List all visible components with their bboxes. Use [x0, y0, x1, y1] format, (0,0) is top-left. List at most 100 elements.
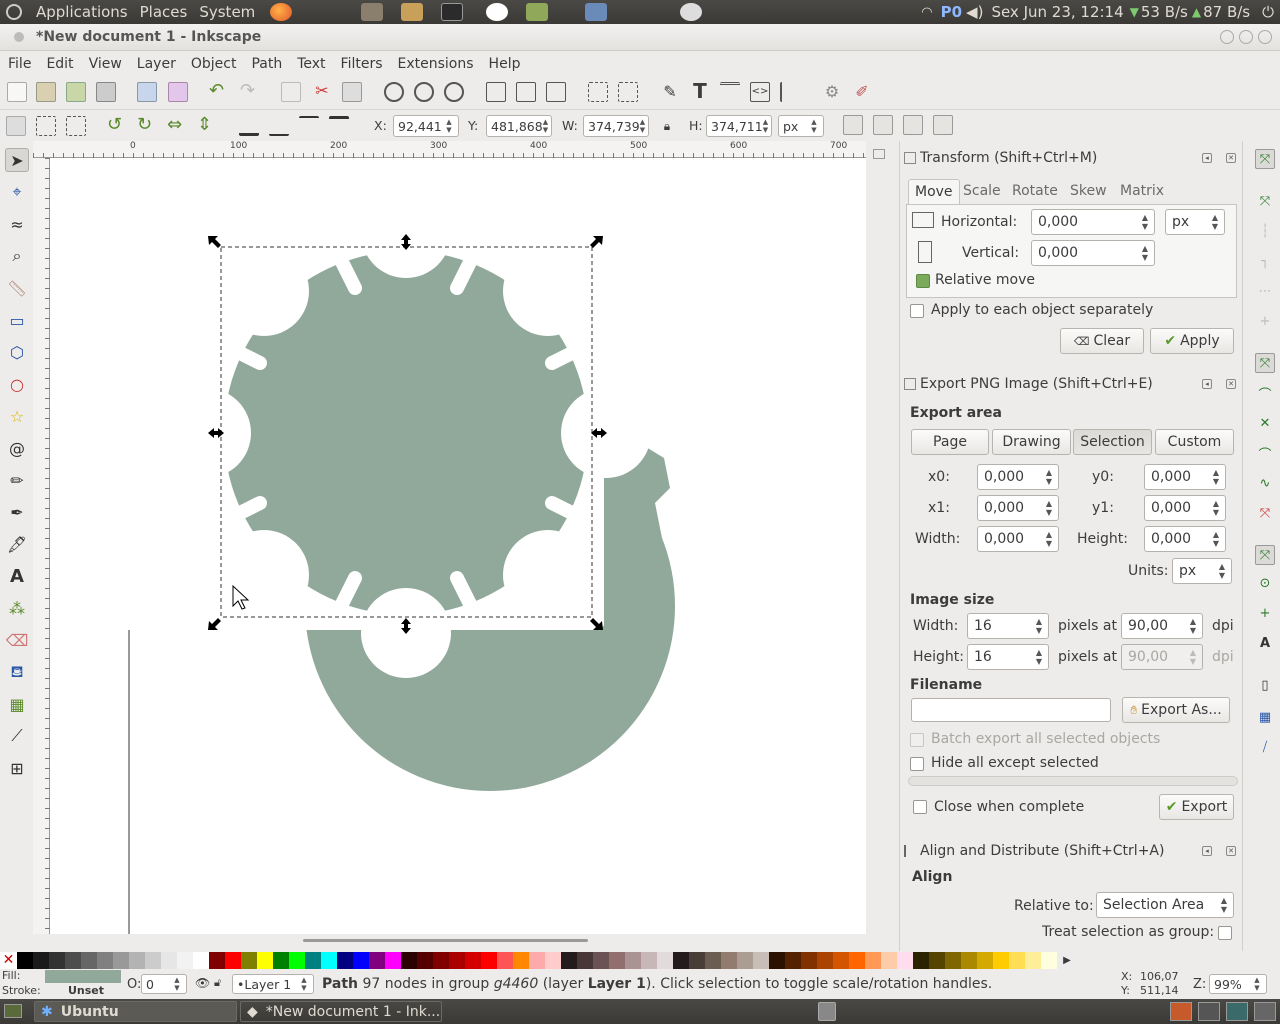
snap-text-baseline-icon[interactable]: A: [1255, 633, 1275, 653]
system-menu[interactable]: System: [193, 3, 261, 21]
img-width-input[interactable]: 16 ▲ ▼: [967, 613, 1049, 639]
keyboard-indicator[interactable]: P0: [939, 3, 964, 21]
palette-swatch[interactable]: [609, 952, 625, 969]
layer-chevron-icon[interactable]: ▲ ▼: [299, 976, 309, 992]
maximize-button[interactable]: [1239, 30, 1253, 44]
menu-edit[interactable]: Edit: [38, 56, 80, 72]
zoom-page-icon[interactable]: [444, 82, 464, 102]
palette-swatch[interactable]: [129, 952, 145, 969]
palette-swatch[interactable]: [241, 952, 257, 969]
export-iconify-icon[interactable]: ◂: [1202, 379, 1212, 389]
palette-swatch[interactable]: [401, 952, 417, 969]
snap-bbox-midpoint-icon[interactable]: ⋯: [1255, 281, 1275, 301]
menu-layer[interactable]: Layer: [129, 56, 183, 72]
area-height-input[interactable]: 0,000 ▲ ▼: [1144, 526, 1226, 552]
h-spin-icon[interactable]: ▲ ▼: [763, 118, 768, 134]
scale-corners-icon[interactable]: [873, 115, 893, 135]
palette-scroll-icon[interactable]: ▶: [1057, 952, 1077, 969]
bucket-tool-icon[interactable]: ⛾: [5, 660, 29, 684]
document-properties-icon[interactable]: ✐: [852, 82, 872, 102]
palette-swatch[interactable]: [369, 952, 385, 969]
palette-swatch[interactable]: [497, 952, 513, 969]
unit-select-icon[interactable]: ▲ ▼: [809, 118, 819, 134]
horizontal-input[interactable]: 0,000 ▲ ▼: [1031, 209, 1155, 235]
img-width-spin-icon[interactable]: ▲ ▼: [1036, 617, 1042, 635]
palette-swatch[interactable]: [673, 952, 689, 969]
palette-swatch[interactable]: [481, 952, 497, 969]
layers-icon[interactable]: [720, 82, 740, 102]
clone-icon[interactable]: [516, 82, 536, 102]
y0-spin-icon[interactable]: ▲ ▼: [1213, 468, 1219, 486]
palette-swatch[interactable]: [513, 952, 529, 969]
h-field[interactable]: 374,711 ▲ ▼: [706, 115, 772, 137]
area-drawing-button[interactable]: Drawing: [992, 429, 1071, 455]
zoom-drawing-icon[interactable]: [414, 82, 434, 102]
palette-swatch[interactable]: [769, 952, 785, 969]
area-width-spin-icon[interactable]: ▲ ▼: [1046, 530, 1052, 548]
scale-stroke-icon[interactable]: [843, 115, 863, 135]
palette-swatch[interactable]: [17, 952, 33, 969]
menu-help[interactable]: Help: [481, 56, 528, 72]
tweak-tool-icon[interactable]: ≈: [5, 212, 29, 236]
minimize-button[interactable]: [1220, 30, 1234, 44]
palette-swatch[interactable]: [465, 952, 481, 969]
palette-swatch[interactable]: [81, 952, 97, 969]
palette-swatch[interactable]: [1025, 952, 1041, 969]
flip-vertical-icon[interactable]: ⇕: [197, 116, 217, 136]
menu-path[interactable]: Path: [243, 56, 289, 72]
fill-indicator[interactable]: [45, 970, 121, 983]
tab-scale[interactable]: Scale: [957, 179, 1007, 205]
palette-swatch[interactable]: [753, 952, 769, 969]
palette-swatch[interactable]: [449, 952, 465, 969]
files-launcher-icon[interactable]: [401, 3, 424, 21]
snap-smooth-icon[interactable]: ∿: [1255, 473, 1275, 493]
rotate-cw-icon[interactable]: ↻: [137, 116, 157, 136]
opacity-spin-icon[interactable]: ▲ ▼: [172, 976, 182, 992]
volume-icon[interactable]: ◀): [966, 3, 983, 21]
treat-group-checkbox[interactable]: [1218, 926, 1232, 940]
group-icon[interactable]: [588, 82, 608, 102]
palette-swatch[interactable]: [545, 952, 561, 969]
area-height-spin-icon[interactable]: ▲ ▼: [1213, 530, 1219, 548]
tab-matrix[interactable]: Matrix: [1114, 179, 1170, 205]
terminal-launcher-icon[interactable]: [441, 3, 464, 21]
close-when-complete-checkbox[interactable]: [913, 800, 927, 814]
menu-text[interactable]: Text: [289, 56, 332, 72]
move-unit-select[interactable]: px ▲ ▼: [1165, 209, 1225, 235]
palette-swatch[interactable]: [625, 952, 641, 969]
save-icon[interactable]: [66, 82, 86, 102]
zoom-corner-icon[interactable]: [873, 149, 885, 159]
x-field[interactable]: 92,441 ▲ ▼: [393, 115, 459, 137]
color-palette[interactable]: ✕ ▶: [0, 952, 1280, 969]
palette-swatch[interactable]: [225, 952, 241, 969]
eraser-tool-icon[interactable]: ⌫: [5, 628, 29, 652]
palette-swatch[interactable]: [145, 952, 161, 969]
dpi-spin-icon[interactable]: ▲ ▼: [1190, 617, 1196, 635]
palette-swatch[interactable]: [305, 952, 321, 969]
unlink-clone-icon[interactable]: [546, 82, 566, 102]
duplicate-icon[interactable]: [486, 82, 506, 102]
transform-gradients-icon[interactable]: [903, 115, 923, 135]
rectangle-tool-icon[interactable]: ▭: [5, 308, 29, 332]
move-unit-chevron-icon[interactable]: ▲ ▼: [1212, 213, 1218, 231]
snap-path-icon[interactable]: ⌒: [1255, 383, 1275, 403]
palette-swatch[interactable]: [833, 952, 849, 969]
palette-swatch[interactable]: [641, 952, 657, 969]
xml-editor-icon[interactable]: <>: [750, 82, 770, 102]
undo-icon[interactable]: ↶: [209, 82, 229, 102]
palette-swatch[interactable]: [353, 952, 369, 969]
palette-swatch[interactable]: [273, 952, 289, 969]
align-distribute-icon[interactable]: [780, 82, 800, 102]
palette-swatch[interactable]: [1009, 952, 1025, 969]
palette-swatch[interactable]: [913, 952, 929, 969]
palette-swatch[interactable]: [209, 952, 225, 969]
tab-skew[interactable]: Skew: [1064, 179, 1113, 205]
preferences-icon[interactable]: ⚙: [822, 82, 842, 102]
measure-tool-icon[interactable]: 📏︎: [5, 276, 29, 300]
workspace-4[interactable]: [1254, 1002, 1276, 1021]
flip-horizontal-icon[interactable]: ⇔: [167, 116, 187, 136]
open-icon[interactable]: [36, 82, 56, 102]
x1-input[interactable]: 0,000 ▲ ▼: [977, 495, 1059, 521]
export-close-icon[interactable]: ✕: [1226, 379, 1236, 389]
vertical-scrollbar[interactable]: [866, 141, 896, 934]
